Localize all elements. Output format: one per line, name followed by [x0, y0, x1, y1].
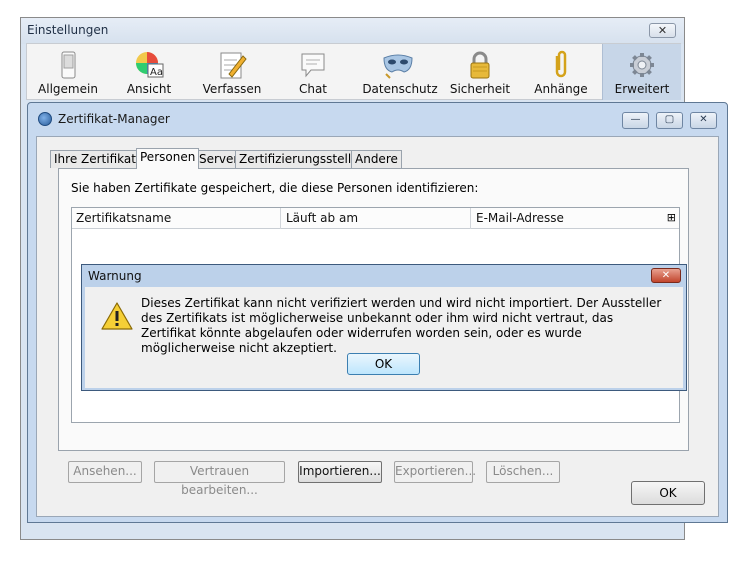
delete-button[interactable]: Löschen... [486, 461, 560, 483]
preferences-titlebar[interactable]: Einstellungen ✕ [21, 18, 684, 44]
maximize-button[interactable]: ▢ [656, 112, 683, 129]
warning-dialog: Warnung ✕ Dieses Zertifikat kann nicht v… [81, 264, 687, 391]
tab-andere[interactable]: Andere [351, 150, 402, 168]
padlock-icon [470, 51, 490, 79]
certificate-manager-titlebar[interactable]: Zertifikat-Manager — ▢ ✕ [28, 103, 727, 131]
minimize-button[interactable]: — [622, 112, 649, 129]
edit-trust-button[interactable]: Vertrauen bearbeiten... [154, 461, 285, 497]
export-button[interactable]: Exportieren... [394, 461, 476, 483]
warning-titlebar[interactable]: Warnung ✕ [82, 265, 686, 286]
list-header: Zertifikatsname Läuft ab am E-Mail-Adres… [72, 208, 679, 229]
pencil-notepad-icon [220, 52, 247, 79]
mask-icon [383, 54, 413, 79]
column-zertifikatsname[interactable]: Zertifikatsname [76, 211, 171, 225]
pane-allgemein[interactable]: Allgemein [29, 44, 107, 100]
pane-label: Chat [298, 82, 328, 96]
tab-personen[interactable]: Personen [136, 148, 200, 169]
column-laeuft-ab-am[interactable]: Läuft ab am [286, 211, 358, 225]
preferences-pane-toolbar: Allgemein Aa Ansicht Verfassen Chat Date… [26, 43, 681, 100]
warning-title: Warnung [88, 269, 142, 283]
description-text: Sie haben Zertifikate gespeichert, die d… [71, 181, 479, 195]
column-divider[interactable] [470, 208, 471, 229]
warning-ok-button[interactable]: OK [347, 353, 420, 375]
paperclip-icon [555, 50, 567, 78]
pane-ansicht[interactable]: Aa Ansicht [110, 44, 188, 100]
view-button[interactable]: Ansehen... [68, 461, 142, 483]
switch-icon [61, 51, 76, 79]
pane-label: Ansicht [126, 82, 172, 96]
import-button[interactable]: Importieren... [298, 461, 382, 483]
pane-verfassen[interactable]: Verfassen [193, 44, 271, 100]
speech-bubble-icon [301, 53, 325, 78]
pane-label: Erweitert [614, 82, 670, 96]
pane-label: Allgemein [38, 82, 98, 96]
pane-label: Sicherheit [449, 82, 511, 96]
warning-close-button[interactable]: ✕ [651, 268, 681, 283]
close-button[interactable]: ✕ [690, 112, 717, 129]
ok-button[interactable]: OK [631, 481, 705, 505]
pane-anhaenge[interactable]: Anhänge [522, 44, 600, 100]
preferences-title: Einstellungen [27, 23, 109, 37]
pane-datenschutz[interactable]: Datenschutz [359, 44, 441, 100]
pane-label: Datenschutz [362, 82, 438, 96]
pane-label: Verfassen [202, 82, 262, 96]
pane-erweitert[interactable]: Erweitert [602, 44, 681, 100]
preferences-close-button[interactable]: ✕ [649, 23, 676, 38]
warning-triangle-icon [101, 302, 133, 330]
warning-content: Dieses Zertifikat kann nicht verifiziert… [85, 287, 683, 388]
color-wheel-icon: Aa [136, 52, 164, 78]
column-email-adresse[interactable]: E-Mail-Adresse [476, 211, 564, 225]
thunderbird-icon [38, 112, 52, 126]
pane-sicherheit[interactable]: Sicherheit [441, 44, 519, 100]
certificate-manager-title: Zertifikat-Manager [58, 112, 170, 126]
gear-icon [630, 53, 654, 77]
column-divider[interactable] [280, 208, 281, 229]
pane-chat[interactable]: Chat [274, 44, 352, 100]
pane-label: Anhänge [534, 82, 588, 96]
column-picker-icon[interactable]: ⊞ [667, 211, 676, 224]
tab-ihre-zertifikate[interactable]: Ihre Zertifikate [50, 150, 148, 168]
tab-zertifizierungsstellen[interactable]: Zertifizierungsstellen [235, 150, 371, 168]
svg-text:Aa: Aa [150, 67, 163, 78]
warning-message: Dieses Zertifikat kann nicht verifiziert… [141, 296, 662, 355]
